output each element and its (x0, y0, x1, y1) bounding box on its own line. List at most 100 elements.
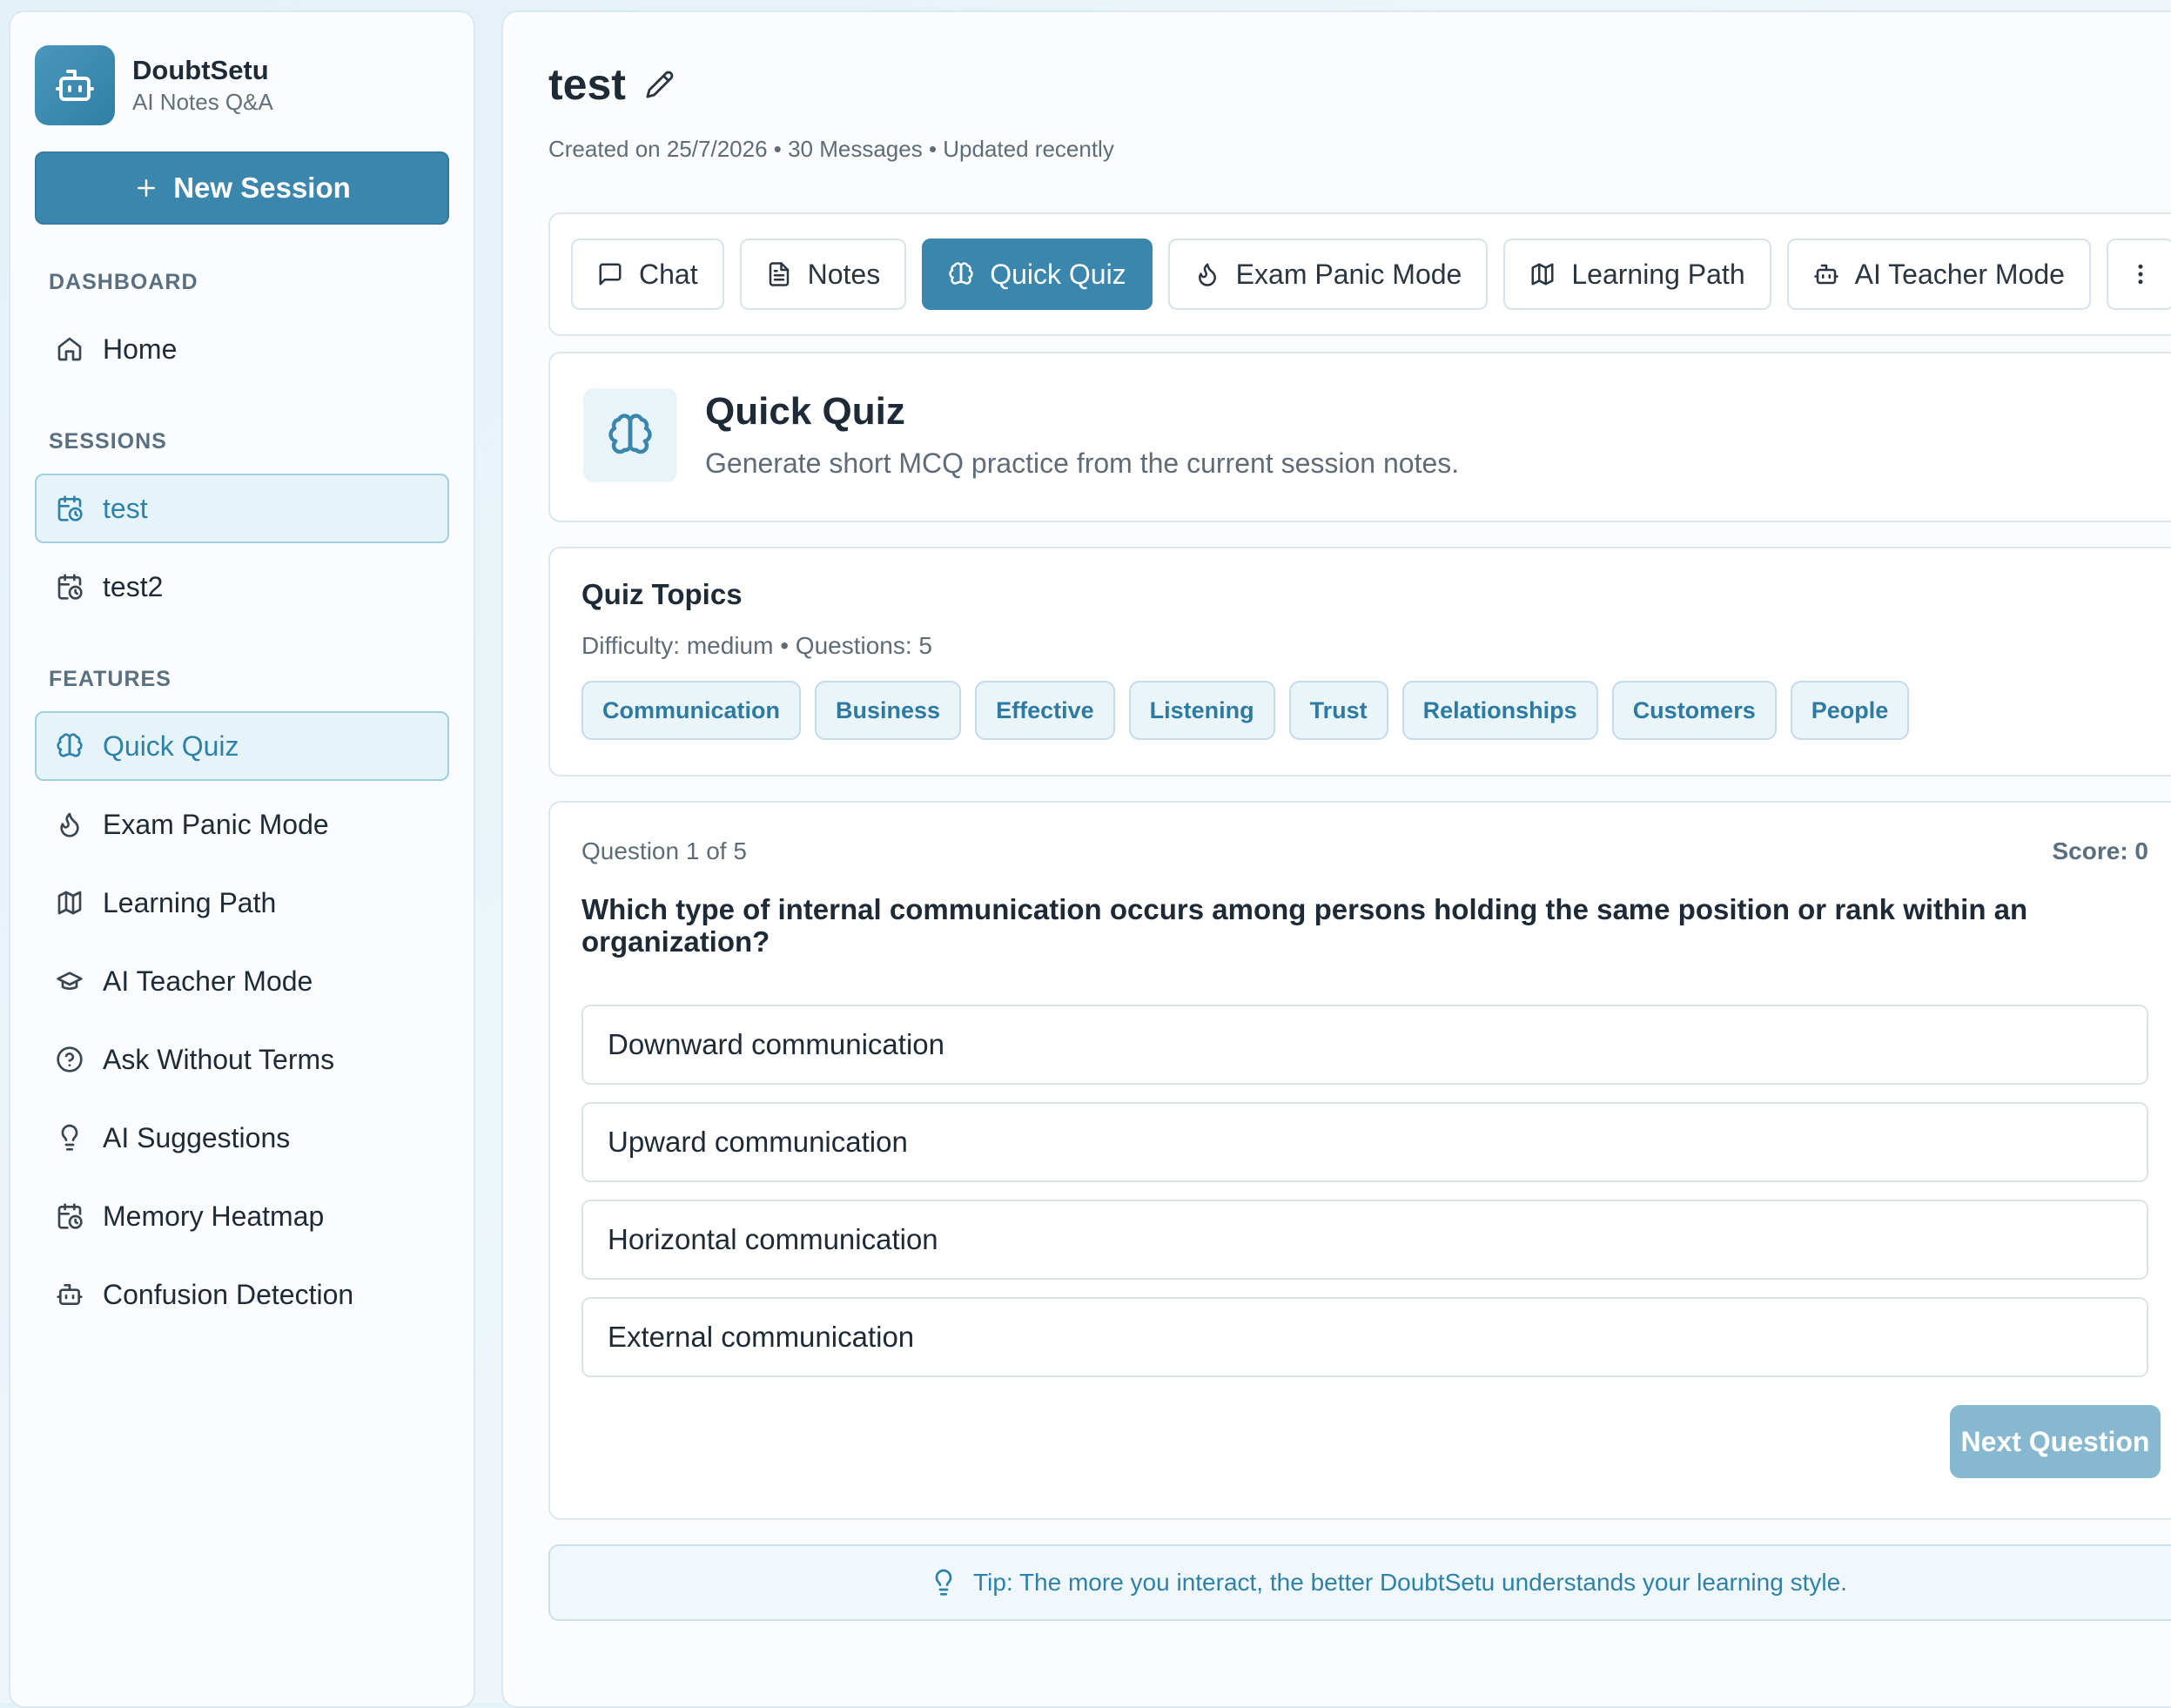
tab-exam-panic-mode[interactable]: Exam Panic Mode (1167, 239, 1489, 310)
page-meta: Created on 25/7/2026 • 30 Messages • Upd… (548, 136, 1114, 162)
question-card: Question 1 of 5 Score: 0 Which type of i… (548, 801, 2171, 1520)
sidebar-item-label: test (103, 492, 148, 524)
flame-icon (56, 810, 84, 838)
tab-label: Chat (639, 258, 698, 290)
sidebar-item-exam-panic-mode[interactable]: Exam Panic Mode (35, 790, 449, 859)
more-vertical-icon (2127, 261, 2154, 287)
brand-logo (35, 45, 115, 125)
sidebar-item-label: test2 (103, 570, 164, 602)
new-session-button[interactable]: New Session (35, 151, 449, 225)
tab-learning-path[interactable]: Learning Path (1503, 239, 1771, 310)
topic-chip[interactable]: Trust (1288, 681, 1388, 740)
quiz-topics-card: Quiz Topics Difficulty: medium • Questio… (548, 547, 2171, 777)
topic-chip[interactable]: Business (815, 681, 962, 740)
section-title-sessions: SESSIONS (49, 429, 167, 454)
help-circle-icon (56, 1046, 84, 1073)
calendar-clock-icon (56, 1202, 84, 1230)
sidebar-item-label: Memory Heatmap (103, 1200, 325, 1232)
tip-banner: Tip: The more you interact, the better D… (548, 1544, 2171, 1621)
quiz-header-icon-box (583, 388, 677, 482)
tab-chat[interactable]: Chat (571, 239, 724, 310)
flame-icon (1194, 261, 1220, 287)
topic-chip[interactable]: Relationships (1401, 681, 1598, 740)
plus-icon (133, 175, 159, 201)
score-label: Score: 0 (2052, 837, 2149, 864)
lightbulb-icon (56, 1124, 84, 1152)
robot-icon (56, 1281, 84, 1308)
tab-ai-teacher-mode[interactable]: AI Teacher Mode (1786, 239, 2091, 310)
sidebar-item-ask-without-terms[interactable]: Ask Without Terms (35, 1025, 449, 1094)
topic-chip[interactable]: People (1790, 681, 1910, 740)
sidebar: DoubtSetu AI Notes Q&A New Session DASHB… (9, 10, 475, 1708)
brain-icon (948, 261, 974, 287)
page-header: test Created on 25/7/2026 • 30 Messages … (548, 59, 1114, 163)
brand-name: DoubtSetu (132, 55, 269, 85)
section-title-features: FEATURES (49, 667, 171, 691)
robot-icon (54, 64, 96, 106)
sidebar-item-quick-quiz[interactable]: Quick Quiz (35, 711, 449, 781)
tab-label: Learning Path (1571, 258, 1745, 290)
tip-text: Tip: The more you interact, the better D… (973, 1569, 1847, 1596)
sidebar-item-label: Learning Path (103, 886, 277, 918)
sidebar-item-ai-suggestions[interactable]: AI Suggestions (35, 1103, 449, 1173)
sidebar-item-label: AI Suggestions (103, 1121, 291, 1153)
home-icon (56, 335, 84, 363)
answer-option[interactable]: Horizontal communication (581, 1200, 2148, 1280)
page-title: test (548, 60, 626, 109)
brand-subtitle: AI Notes Q&A (132, 89, 273, 115)
main-panel: test Created on 25/7/2026 • 30 Messages … (501, 10, 2171, 1708)
topic-chip[interactable]: Effective (975, 681, 1115, 740)
calendar-clock-icon (56, 573, 84, 601)
tab-notes[interactable]: Notes (739, 239, 907, 310)
message-square-icon (597, 261, 623, 287)
edit-pencil-icon[interactable] (645, 70, 675, 99)
file-text-icon (766, 261, 792, 287)
section-title-dashboard: DASHBOARD (49, 270, 198, 294)
question-progress: Question 1 of 5 (581, 837, 747, 864)
tab-label: AI Teacher Mode (1854, 258, 2065, 290)
answer-option[interactable]: Downward communication (581, 1005, 2148, 1085)
topic-chip[interactable]: Listening (1128, 681, 1275, 740)
topic-chips: Communication Business Effective Listeni… (581, 681, 2171, 740)
sidebar-item-label: Exam Panic Mode (103, 808, 329, 840)
quiz-topics-title: Quiz Topics (581, 578, 743, 610)
sidebar-item-label: Quick Quiz (103, 730, 239, 762)
sidebar-item-confusion-detection[interactable]: Confusion Detection (35, 1260, 449, 1329)
map-icon (1529, 261, 1556, 287)
new-session-label: New Session (173, 171, 351, 204)
question-text: Which type of internal communication occ… (581, 893, 2028, 958)
topic-chip[interactable]: Communication (581, 681, 802, 740)
sidebar-item-learning-path[interactable]: Learning Path (35, 868, 449, 938)
topic-chip[interactable]: Customers (1611, 681, 1777, 740)
tab-label: Exam Panic Mode (1235, 258, 1462, 290)
sidebar-item-session-test[interactable]: test (35, 474, 449, 543)
graduation-cap-icon (56, 967, 84, 995)
sidebar-item-label: Ask Without Terms (103, 1043, 335, 1075)
quiz-subtitle: Generate short MCQ practice from the cur… (705, 447, 1460, 479)
brain-icon (56, 732, 84, 760)
answer-options: Downward communication Upward communicat… (581, 1005, 2148, 1377)
sidebar-item-session-test2[interactable]: test2 (35, 552, 449, 622)
map-icon (56, 889, 84, 917)
lightbulb-icon (930, 1569, 958, 1597)
more-tabs-button[interactable] (2106, 239, 2171, 310)
brain-icon (607, 412, 654, 459)
brand[interactable]: DoubtSetu AI Notes Q&A (35, 44, 449, 127)
sidebar-item-ai-teacher-mode[interactable]: AI Teacher Mode (35, 946, 449, 1016)
calendar-clock-icon (56, 494, 84, 522)
tab-label: Quick Quiz (990, 258, 1126, 290)
sidebar-item-label: Confusion Detection (103, 1278, 354, 1310)
sidebar-item-memory-heatmap[interactable]: Memory Heatmap (35, 1181, 449, 1251)
next-question-button[interactable]: Next Question (1950, 1405, 2161, 1478)
answer-option[interactable]: External communication (581, 1297, 2148, 1377)
tabs-bar: Chat Notes Quick Quiz Exam Panic Mode Le… (548, 212, 2171, 336)
sidebar-item-home[interactable]: Home (35, 314, 449, 384)
quiz-topics-meta: Difficulty: medium • Questions: 5 (581, 632, 932, 659)
quiz-header-card: Quick Quiz Generate short MCQ practice f… (548, 352, 2171, 522)
tab-quick-quiz[interactable]: Quick Quiz (922, 239, 1153, 310)
sidebar-item-label: AI Teacher Mode (103, 965, 313, 997)
sidebar-item-label: Home (103, 333, 178, 365)
robot-icon (1813, 261, 1839, 287)
tab-label: Notes (807, 258, 881, 290)
answer-option[interactable]: Upward communication (581, 1102, 2148, 1182)
